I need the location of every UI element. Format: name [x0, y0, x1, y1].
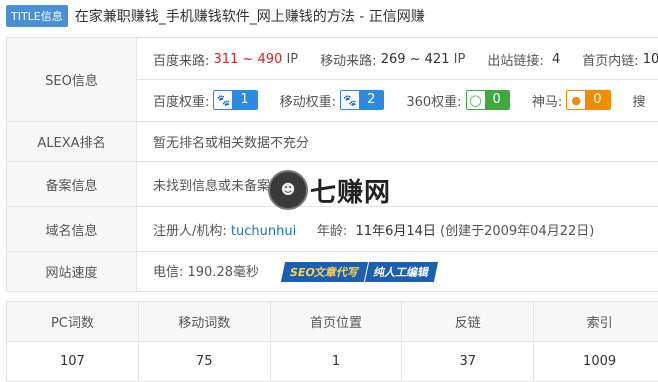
speed-label: 网站速度 [7, 252, 137, 292]
stats-header-backlinks: 反链 [402, 302, 534, 342]
stats-value-index[interactable]: 1009 [534, 342, 658, 382]
shenma-label: 神马: [532, 91, 562, 110]
mobile-weight-value: 2 [359, 91, 383, 109]
home-inlinks-label: 首页内链: [582, 50, 638, 69]
seo-weight-line: 百度权重: 🐾 1 移动权重: 🐾 2 360权重: [137, 79, 658, 120]
baidu-traffic: 百度来路: 311 ~ 490 IP [153, 50, 298, 69]
weight360-label: 360权重: [406, 91, 461, 110]
page-title: 在家兼职赚钱_手机赚钱软件_网上赚钱的方法 - 正信网赚 [75, 6, 425, 26]
baidu-traffic-value[interactable]: 311 ~ 490 [214, 52, 283, 67]
weight360: 360权重: ◯ 0 [406, 90, 509, 110]
outlinks-value[interactable]: 4 [552, 52, 560, 67]
stats-header-home-position: 首页位置 [270, 302, 402, 342]
weight360-badge[interactable]: ◯ 0 [466, 90, 510, 110]
baidu-weight-label: 百度权重: [153, 91, 209, 110]
shenma-value: 0 [585, 91, 609, 109]
icp-value: 未找到信息或未备案 [137, 162, 658, 207]
mobile-weight-badge[interactable]: 🐾 2 [340, 90, 384, 110]
stats-value-backlinks[interactable]: 37 [402, 342, 534, 382]
mobile-weight-label: 移动权重: [280, 91, 336, 110]
mobile-traffic-unit: IP [454, 52, 466, 67]
registrant-link[interactable]: tuchunhui [231, 224, 296, 239]
speed-row: 网站速度 电信: 190.28毫秒 SEO文章代写 纯人工编辑 [7, 252, 658, 292]
watermark-text: 七赚网 [310, 172, 391, 209]
sogou-weight: 搜 [633, 91, 646, 110]
shenma-badge[interactable]: ● 0 [566, 90, 610, 110]
baidu-weight: 百度权重: 🐾 1 [153, 90, 258, 110]
baidu-weight-value: 1 [232, 91, 256, 109]
outlinks: 出站链接: 4 [487, 50, 560, 69]
shenma-weight: 神马: ● 0 [532, 90, 611, 110]
watermark: ☻ 七赚网 [268, 170, 391, 210]
registrant-label: 注册人/机构: [153, 224, 227, 239]
watermark-avatar-icon: ☻ [268, 170, 308, 210]
stats-value-mobile[interactable]: 75 [138, 342, 270, 382]
title-bar: TITLE信息 在家兼职赚钱_手机赚钱软件_网上赚钱的方法 - 正信网赚 [6, 5, 425, 27]
stats-value-home-position[interactable]: 1 [270, 342, 402, 382]
seo-row: SEO信息 百度来路: 311 ~ 490 IP 移动来路: 269 ~ 421… [7, 38, 658, 122]
speed-value: 电信: 190.28毫秒 [153, 265, 259, 280]
stats-header-pc: PC词数 [7, 302, 139, 342]
icp-label: 备案信息 [7, 162, 137, 207]
age-label: 年龄: [317, 224, 347, 239]
home-inlinks: 首页内链: 108 [582, 50, 658, 69]
home-inlinks-value[interactable]: 108 [643, 52, 658, 67]
mobile-traffic: 移动来路: 269 ~ 421 IP [320, 50, 465, 69]
stats-header-index: 索引 [534, 302, 658, 342]
seo-traffic-line: 百度来路: 311 ~ 490 IP 移动来路: 269 ~ 421 IP 出站… [153, 39, 658, 79]
sogou-label: 搜 [633, 91, 646, 110]
seo-values: 百度来路: 311 ~ 490 IP 移动来路: 269 ~ 421 IP 出站… [137, 38, 658, 122]
mobile-traffic-value[interactable]: 269 ~ 421 [381, 52, 450, 67]
stats-header-row: PC词数 移动词数 首页位置 反链 索引 [7, 302, 658, 342]
shenma-icon: ● [567, 91, 585, 109]
domain-label: 域名信息 [7, 207, 137, 252]
mobile-traffic-label: 移动来路: [320, 50, 376, 69]
weight360-value: 0 [485, 91, 509, 109]
created-date: (创建于2009年04月22日) [440, 224, 594, 239]
paw-icon: 🐾 [214, 91, 232, 109]
keyword-stats-table: PC词数 移动词数 首页位置 反链 索引 107 75 1 37 1009 [6, 301, 658, 382]
stats-header-mobile: 移动词数 [138, 302, 270, 342]
domain-row: 域名信息 注册人/机构: tuchunhui 年龄: 11年6月14日 (创建于… [7, 207, 658, 252]
baidu-traffic-unit: IP [286, 52, 298, 67]
ad-banner[interactable]: SEO文章代写 纯人工编辑 [281, 262, 438, 282]
stats-value-pc[interactable]: 107 [7, 342, 139, 382]
outlinks-label: 出站链接: [487, 50, 543, 69]
paw-icon: 🐾 [341, 91, 359, 109]
speed-values: 电信: 190.28毫秒 SEO文章代写 纯人工编辑 [137, 252, 658, 292]
site-info-table: SEO信息 百度来路: 311 ~ 490 IP 移动来路: 269 ~ 421… [6, 37, 658, 292]
seo-label: SEO信息 [7, 38, 137, 122]
domain-values: 注册人/机构: tuchunhui 年龄: 11年6月14日 (创建于2009年… [137, 207, 658, 252]
ad-right-label: 纯人工编辑 [364, 262, 438, 282]
alexa-value: 暂无排名或相关数据不充分 [137, 122, 658, 162]
mobile-weight: 移动权重: 🐾 2 [280, 90, 385, 110]
baidu-weight-badge[interactable]: 🐾 1 [213, 90, 257, 110]
age-value: 11年6月14日 [356, 224, 436, 239]
360-ring-icon: ◯ [467, 91, 485, 109]
title-tag: TITLE信息 [6, 5, 68, 27]
stats-value-row: 107 75 1 37 1009 [7, 342, 658, 382]
alexa-row: ALEXA排名 暂无排名或相关数据不充分 [7, 122, 658, 162]
baidu-traffic-label: 百度来路: [153, 50, 209, 69]
alexa-label: ALEXA排名 [7, 122, 137, 162]
ad-left-label: SEO文章代写 [281, 262, 368, 282]
